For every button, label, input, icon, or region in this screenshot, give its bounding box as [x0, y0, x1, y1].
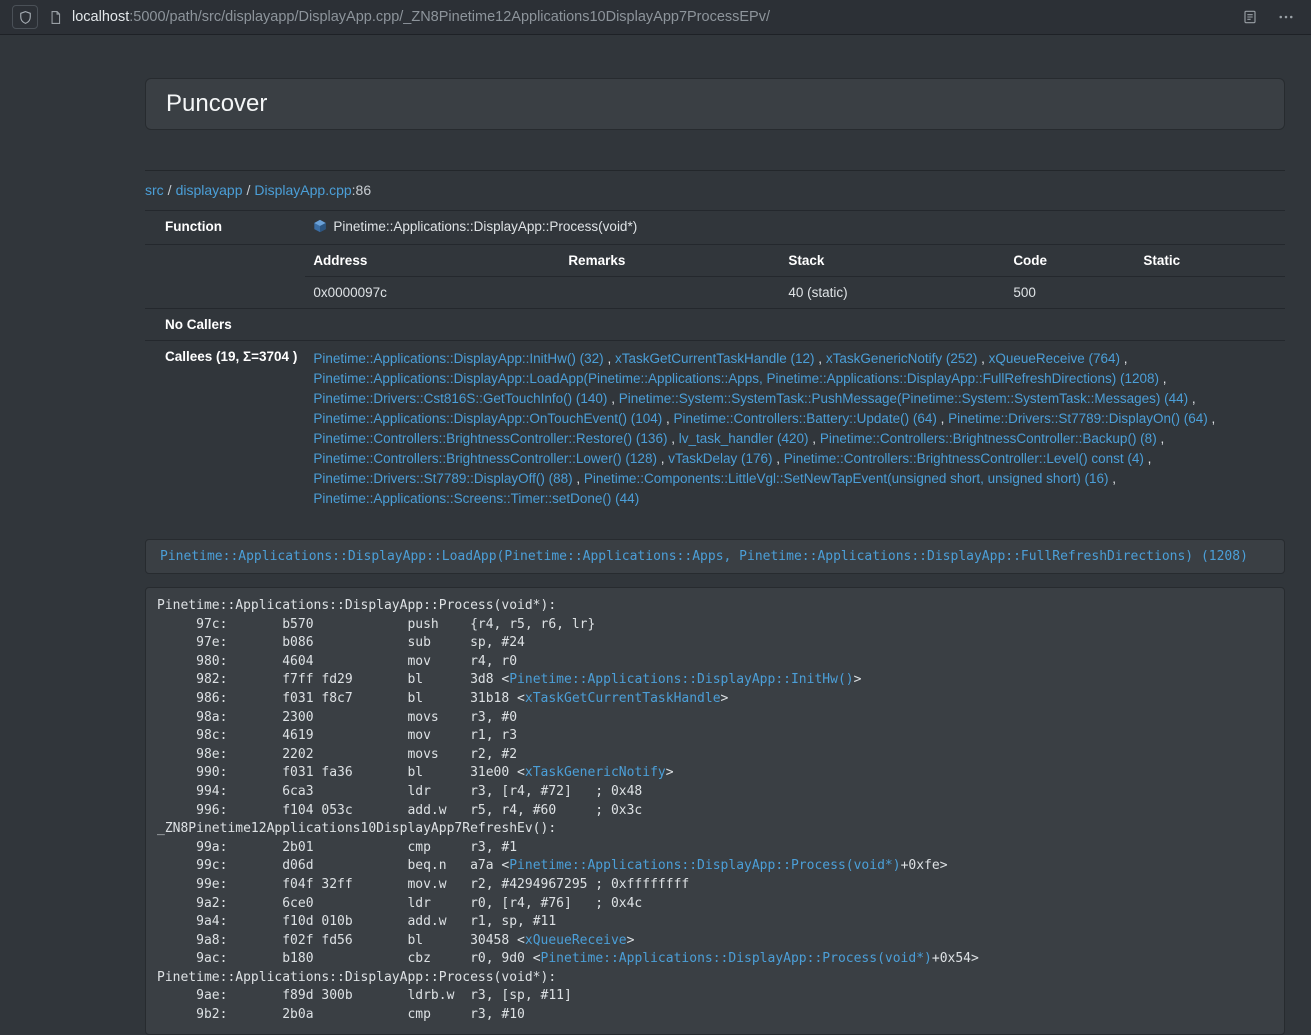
function-table: Function Pinetime::Applications::Display… — [145, 210, 1285, 517]
callee-link[interactable]: Pinetime::Applications::Screens::Timer::… — [313, 491, 639, 506]
code-line: 986: f031 f8c7 bl 31b18 <xTaskGetCurrent… — [157, 690, 1273, 709]
divider — [145, 170, 1285, 171]
function-row-label: Function — [145, 211, 305, 245]
function-name: Pinetime::Applications::DisplayApp::Proc… — [333, 219, 637, 234]
callee-link[interactable]: vTaskDelay (176) — [668, 451, 772, 466]
code-line: 9a8: f02f fd56 bl 30458 <xQueueReceive> — [157, 932, 1273, 951]
url-domain: localhost — [72, 9, 129, 25]
callee-link[interactable]: Pinetime::Drivers::St7789::DisplayOff() … — [313, 471, 572, 486]
code-line: 982: f7ff fd29 bl 3d8 <Pinetime::Applica… — [157, 671, 1273, 690]
callee-link[interactable]: Pinetime::Components::LittleVgl::SetNewT… — [584, 471, 1109, 486]
breadcrumb-link-file[interactable]: DisplayApp.cpp — [254, 182, 351, 198]
callee-link[interactable]: xTaskGetCurrentTaskHandle (12) — [615, 351, 815, 366]
callee-link[interactable]: Pinetime::Controllers::BrightnessControl… — [313, 431, 667, 446]
stats-header-static: Static — [1135, 245, 1285, 277]
code-line: 994: 6ca3 ldr r3, [r4, #72] ; 0x48 — [157, 783, 1273, 802]
stats-value-address: 0x0000097c — [305, 277, 560, 309]
shield-button[interactable] — [12, 5, 38, 29]
page-icon[interactable] — [48, 10, 63, 25]
code-line: 990: f031 fa36 bl 31e00 <xTaskGenericNot… — [157, 764, 1273, 783]
code-line: 98a: 2300 movs r3, #0 — [157, 709, 1273, 728]
code-symbol-link[interactable]: xTaskGenericNotify — [525, 765, 666, 780]
stats-header-code: Code — [1005, 245, 1135, 277]
callee-link[interactable]: Pinetime::Controllers::Battery::Update()… — [674, 411, 937, 426]
callee-link[interactable]: xQueueReceive (764) — [989, 351, 1120, 366]
code-line: 99a: 2b01 cmp r3, #1 — [157, 839, 1273, 858]
url-text: localhost:5000/path/src/displayapp/Displ… — [72, 9, 770, 25]
callee-link[interactable]: Pinetime::System::SystemTask::PushMessag… — [619, 391, 1188, 406]
stats-row: Address Remarks Stack Code Static 0x0000… — [145, 245, 1285, 309]
code-line: 97c: b570 push {r4, r5, r6, lr} — [157, 616, 1273, 635]
code-line: 9a2: 6ce0 ldr r0, [r4, #76] ; 0x4c — [157, 895, 1273, 914]
no-callers-row: No Callers — [145, 309, 1285, 341]
url-bar[interactable]: localhost:5000/path/src/displayapp/Displ… — [48, 9, 1227, 25]
code-line: 98e: 2202 movs r2, #2 — [157, 746, 1273, 765]
callee-link[interactable]: xTaskGenericNotify (252) — [826, 351, 978, 366]
page-title: Puncover — [166, 90, 267, 118]
ellipsis-icon — [1277, 8, 1295, 26]
code-line: 99e: f04f 32ff mov.w r2, #4294967295 ; 0… — [157, 876, 1273, 895]
code-symbol-link[interactable]: Pinetime::Applications::DisplayApp::Proc… — [509, 858, 900, 873]
callee-link[interactable]: Pinetime::Controllers::BrightnessControl… — [820, 431, 1157, 446]
stats-header-stack: Stack — [780, 245, 1005, 277]
code-line: _ZN8Pinetime12Applications10DisplayApp7R… — [157, 820, 1273, 839]
callee-link[interactable]: Pinetime::Drivers::St7789::DisplayOn() (… — [948, 411, 1208, 426]
stats-header-row: Address Remarks Stack Code Static — [305, 245, 1285, 277]
callee-link[interactable]: Pinetime::Controllers::BrightnessControl… — [784, 451, 1144, 466]
code-line: 9ae: f89d 300b ldrb.w r3, [sp, #11] — [157, 987, 1273, 1006]
symbol-panel-link[interactable]: Pinetime::Applications::DisplayApp::Load… — [145, 539, 1285, 574]
callee-link[interactable]: Pinetime::Controllers::BrightnessControl… — [313, 451, 657, 466]
callee-link[interactable]: Pinetime::Applications::DisplayApp::Init… — [313, 351, 603, 366]
stats-header-address: Address — [305, 245, 560, 277]
breadcrumb-link-src[interactable]: src — [145, 182, 164, 198]
callee-link[interactable]: lv_task_handler (420) — [679, 431, 809, 446]
stats-value-static — [1135, 277, 1285, 309]
page-content: Puncover src/displayapp/DisplayApp.cpp:8… — [145, 78, 1285, 1035]
reader-mode-button[interactable] — [1237, 5, 1263, 29]
no-callers-label: No Callers — [145, 309, 305, 341]
shield-icon — [18, 10, 33, 25]
code-line: 980: 4604 mov r4, r0 — [157, 653, 1273, 672]
callees-row: Callees (19, Σ=3704 ) Pinetime::Applicat… — [145, 341, 1285, 518]
callees-cell: Pinetime::Applications::DisplayApp::Init… — [305, 341, 1285, 518]
url-path: :5000/path/src/displayapp/DisplayApp.cpp… — [129, 9, 770, 25]
code-line: 97e: b086 sub sp, #24 — [157, 634, 1273, 653]
stats-value-remarks — [560, 277, 780, 309]
breadcrumb: src/displayapp/DisplayApp.cpp:86 — [145, 182, 1285, 198]
breadcrumb-separator: / — [247, 182, 251, 198]
code-line: 996: f104 053c add.w r5, r4, #60 ; 0x3c — [157, 802, 1273, 821]
overflow-menu-button[interactable] — [1273, 5, 1299, 29]
code-line: 99c: d06d beq.n a7a <Pinetime::Applicati… — [157, 857, 1273, 876]
function-icon — [313, 219, 327, 236]
stats-value-stack: 40 (static) — [780, 277, 1005, 309]
code-symbol-link[interactable]: xTaskGetCurrentTaskHandle — [525, 691, 721, 706]
callee-link[interactable]: Pinetime::Applications::DisplayApp::Load… — [313, 371, 1159, 386]
breadcrumb-line-number: :86 — [352, 182, 371, 198]
callees-label: Callees (19, Σ=3704 ) — [145, 341, 305, 518]
code-symbol-link[interactable]: Pinetime::Applications::DisplayApp::Proc… — [541, 951, 932, 966]
stats-value-code: 500 — [1005, 277, 1135, 309]
function-row: Function Pinetime::Applications::Display… — [145, 211, 1285, 245]
disassembly: Pinetime::Applications::DisplayApp::Proc… — [145, 587, 1285, 1035]
page-title-panel: Puncover — [145, 78, 1285, 130]
callee-link[interactable]: Pinetime::Applications::DisplayApp::OnTo… — [313, 411, 662, 426]
stats-value-row: 0x0000097c 40 (static) 500 — [305, 277, 1285, 309]
callee-link[interactable]: Pinetime::Drivers::Cst816S::GetTouchInfo… — [313, 391, 607, 406]
code-line: 9ac: b180 cbz r0, 9d0 <Pinetime::Applica… — [157, 950, 1273, 969]
breadcrumb-link-displayapp[interactable]: displayapp — [176, 182, 243, 198]
stats-header-remarks: Remarks — [560, 245, 780, 277]
stats-table: Address Remarks Stack Code Static 0x0000… — [305, 245, 1285, 308]
code-symbol-link[interactable]: Pinetime::Applications::DisplayApp::Init… — [509, 672, 853, 687]
browser-chrome: localhost:5000/path/src/displayapp/Displ… — [0, 0, 1311, 35]
code-line: 9b2: 2b0a cmp r3, #10 — [157, 1006, 1273, 1025]
breadcrumb-separator: / — [168, 182, 172, 198]
reader-mode-icon — [1242, 9, 1258, 25]
code-line: Pinetime::Applications::DisplayApp::Proc… — [157, 969, 1273, 988]
code-line: Pinetime::Applications::DisplayApp::Proc… — [157, 597, 1273, 616]
code-line: 9a4: f10d 010b add.w r1, sp, #11 — [157, 913, 1273, 932]
code-line: 98c: 4619 mov r1, r3 — [157, 727, 1273, 746]
code-symbol-link[interactable]: xQueueReceive — [525, 933, 627, 948]
